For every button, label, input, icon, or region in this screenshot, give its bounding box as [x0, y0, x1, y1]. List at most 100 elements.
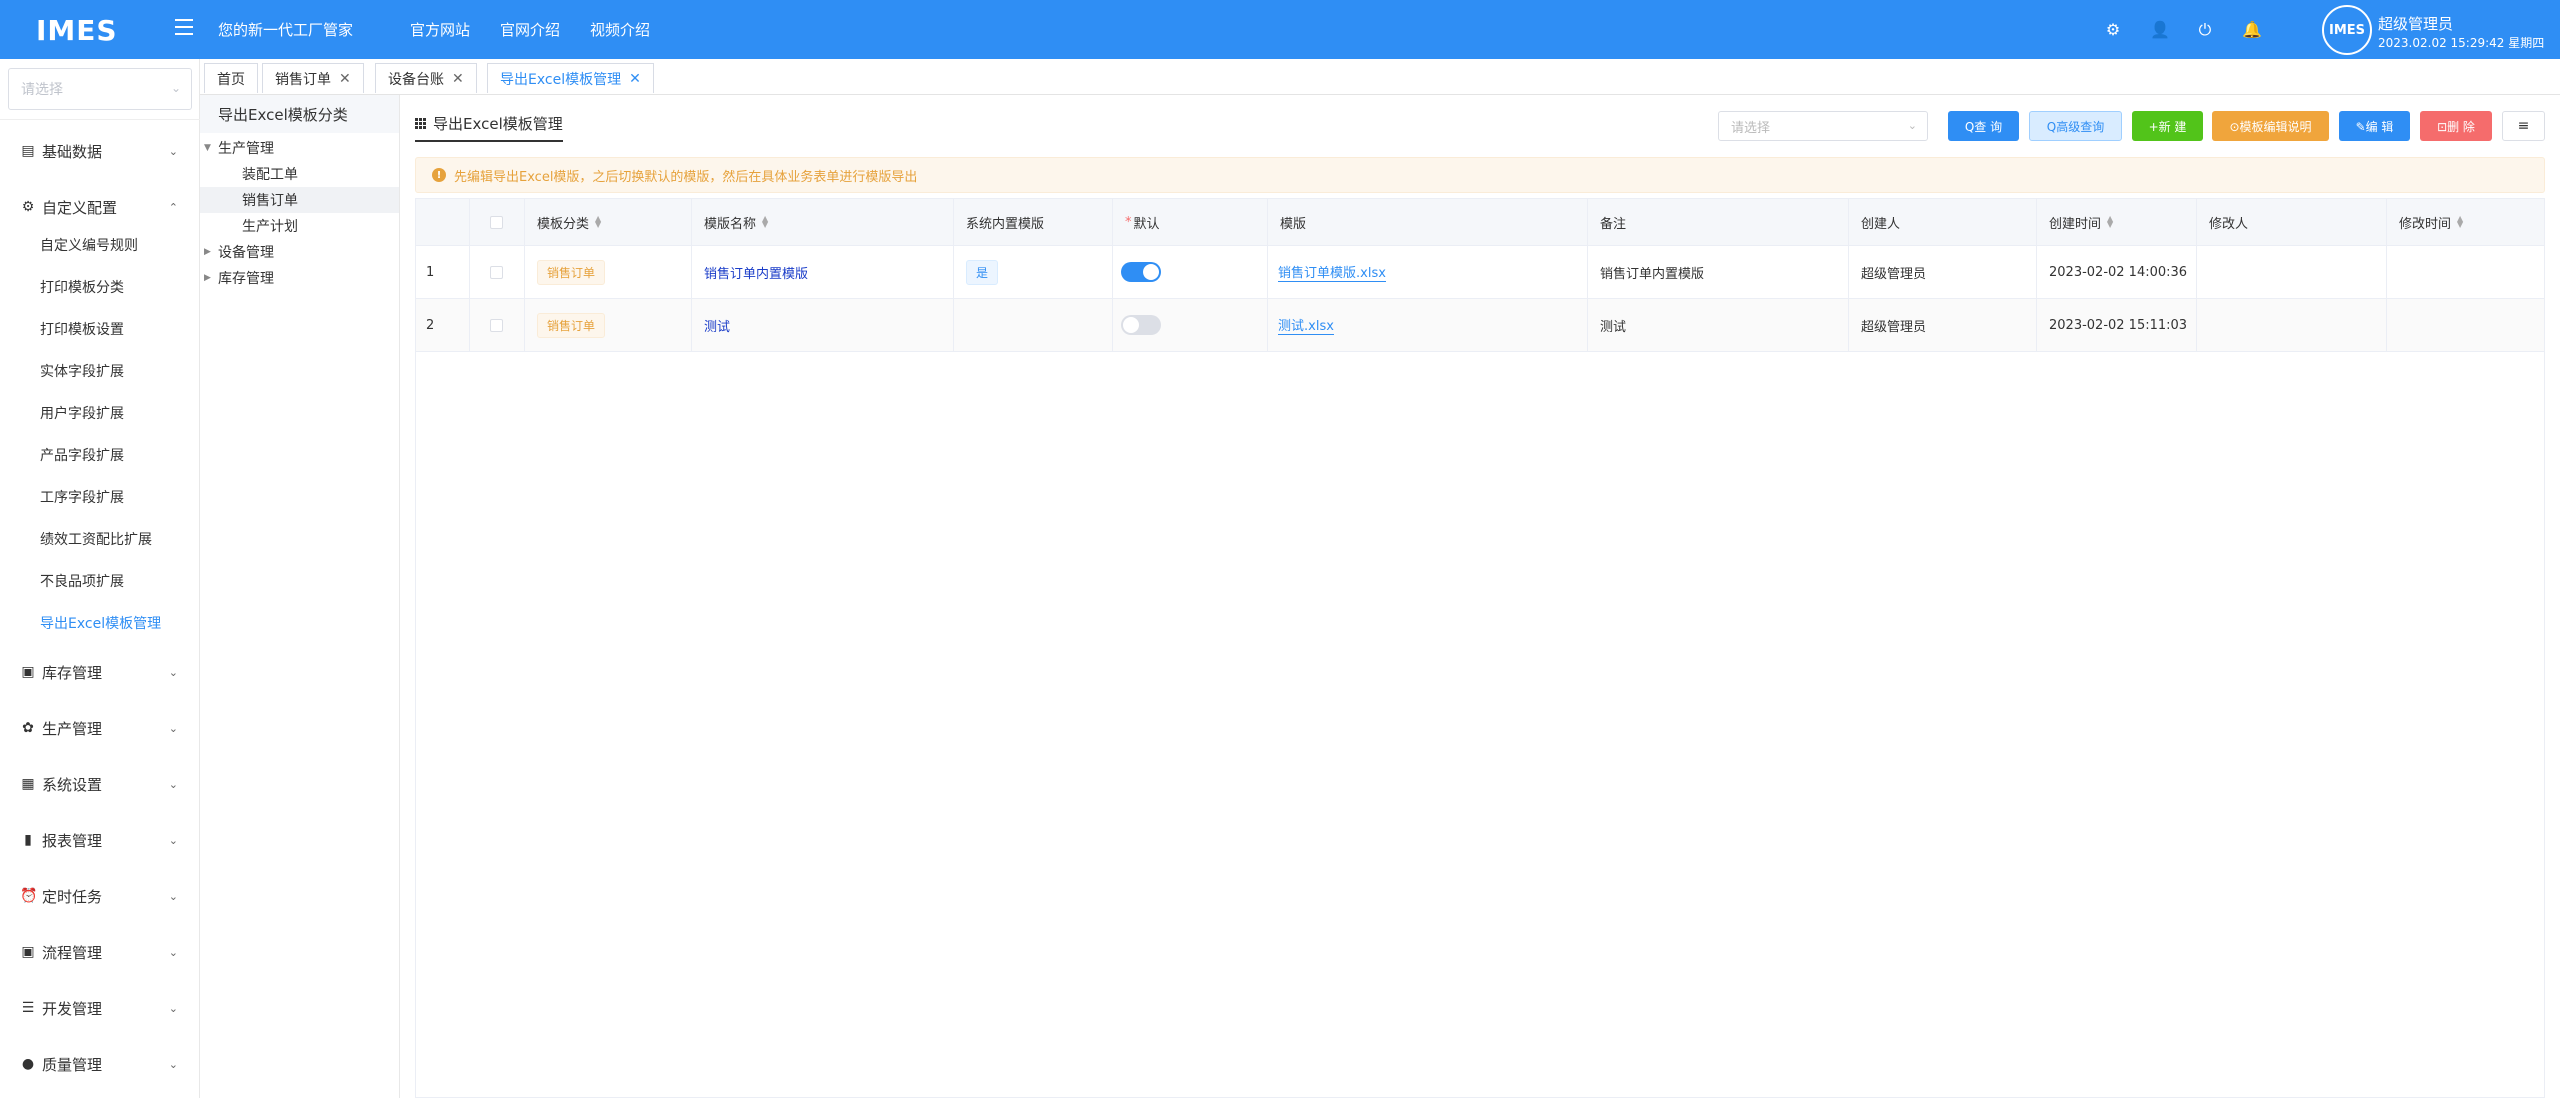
- sliders-icon: ☰: [21, 1000, 35, 1016]
- column-settings-button[interactable]: ≡: [2502, 111, 2545, 141]
- sidebar-item-export-excel-template[interactable]: 导出Excel模板管理: [40, 602, 161, 644]
- page-title: 导出Excel模板管理: [415, 113, 563, 142]
- table-header: 模板分类 ▲ ▼ 模版名称 ▲ ▼ 系统内置模版 * 默认 模版 备注 创建人 创建时间 ▲…: [416, 199, 2544, 246]
- sidebar-item-user-field-ext[interactable]: 用户字段扩展: [40, 392, 124, 434]
- avatar[interactable]: IMES: [2322, 5, 2372, 55]
- table-row[interactable]: 1 销售订单 销售订单内置模版 是 销售订单模版.xlsx 销售订单内置模版 超…: [416, 246, 2544, 299]
- sidebar-group-scheduled-tasks[interactable]: ⏰ 定时任务 ⌄: [0, 868, 200, 924]
- tree-node-label: 生产管理: [218, 141, 274, 157]
- settings-icon: ⚙: [21, 199, 35, 215]
- created-time-cell: 2023-02-02 15:11:03: [2037, 299, 2197, 351]
- col-created-time[interactable]: 创建时间 ▲ ▼: [2037, 199, 2197, 245]
- close-icon[interactable]: ✕: [339, 71, 351, 87]
- power-icon[interactable]: ⏻: [2196, 20, 2214, 40]
- tree-node-label: 生产计划: [242, 219, 298, 235]
- tab-bar: 首页 销售订单 ✕ 设备台账 ✕ 导出Excel模板管理 ✕: [200, 59, 2560, 95]
- sort-icon[interactable]: ▲ ▼: [762, 215, 768, 229]
- tab-export-excel-template[interactable]: 导出Excel模板管理 ✕: [487, 63, 654, 93]
- sidebar-group-inventory[interactable]: ▣ 库存管理 ⌄: [0, 644, 200, 700]
- bar-chart-icon: ▮: [24, 832, 32, 848]
- gear-icon[interactable]: ⚙: [2104, 20, 2122, 39]
- chevron-down-icon: ⌄: [168, 945, 178, 959]
- category-tag: 销售订单: [537, 312, 606, 338]
- col-builtin: 系统内置模版: [954, 199, 1113, 245]
- select-all-checkbox[interactable]: [490, 215, 503, 229]
- sidebar-item-custom-number-rule[interactable]: 自定义编号规则: [40, 224, 138, 266]
- sidebar-item-defect-item-ext[interactable]: 不良品项扩展: [40, 560, 124, 602]
- col-template-name[interactable]: 模版名称 ▲ ▼: [692, 199, 954, 245]
- default-switch[interactable]: [1121, 262, 1161, 282]
- tree-node-label: 库存管理: [218, 271, 274, 287]
- tab-equipment-ledger[interactable]: 设备台账 ✕: [375, 63, 477, 93]
- tree-node-equipment[interactable]: ▶ 设备管理: [204, 239, 274, 265]
- tree-node-production[interactable]: ▼ 生产管理: [204, 135, 274, 161]
- col-modifier: 修改人: [2197, 199, 2387, 245]
- user-icon[interactable]: 👤: [2150, 20, 2170, 39]
- nav-official-site[interactable]: 官方网站: [410, 19, 470, 40]
- query-button[interactable]: Q查 询: [1948, 111, 2019, 141]
- close-icon[interactable]: ✕: [452, 71, 464, 87]
- category-panel: 导出Excel模板分类 ▼ 生产管理 装配工单 销售订单 生产计划 ▶ 设备管理…: [200, 95, 400, 1098]
- sidebar-group-basic-data[interactable]: ▤ 基础数据 ⌄: [0, 123, 200, 179]
- col-modified-time[interactable]: 修改时间 ▲ ▼: [2387, 199, 2544, 245]
- tree-node-inventory[interactable]: ▶ 库存管理: [204, 265, 274, 291]
- clipboard-icon: ▣: [21, 664, 35, 680]
- col-template-category[interactable]: 模板分类 ▲ ▼: [525, 199, 692, 245]
- edit-button[interactable]: ✎编 辑: [2339, 111, 2410, 141]
- row-index: 2: [416, 299, 470, 351]
- document-icon: ▤: [21, 143, 35, 159]
- created-time-cell: 2023-02-02 14:00:36: [2037, 246, 2197, 298]
- tab-label: 导出Excel模板管理: [500, 71, 622, 88]
- row-checkbox[interactable]: [490, 318, 503, 332]
- sort-icon[interactable]: ▲ ▼: [2457, 215, 2463, 229]
- template-name[interactable]: 销售订单内置模版: [704, 263, 808, 282]
- sidebar-group-system-settings[interactable]: ▦ 系统设置 ⌄: [0, 756, 200, 812]
- menu-toggle-icon[interactable]: [175, 19, 193, 37]
- template-name[interactable]: 测试: [704, 316, 730, 335]
- template-file-link[interactable]: 测试.xlsx: [1278, 315, 1334, 335]
- tab-home[interactable]: 首页: [204, 63, 258, 93]
- sidebar-search-select[interactable]: 请选择 ⌄: [8, 68, 192, 110]
- creator-cell: 超级管理员: [1849, 246, 2037, 298]
- close-icon[interactable]: ✕: [629, 71, 641, 87]
- caret-right-icon: ▶: [204, 247, 211, 257]
- template-file-link[interactable]: 销售订单模版.xlsx: [1278, 262, 1386, 282]
- delete-button[interactable]: ⊡删 除: [2420, 111, 2492, 141]
- filter-select[interactable]: 请选择 ⌄: [1718, 111, 1928, 141]
- modified-time-cell: [2387, 246, 2544, 298]
- sidebar-item-performance-wage-ext[interactable]: 绩效工资配比扩展: [40, 518, 152, 560]
- table-row[interactable]: 2 销售订单 测试 测试.xlsx 测试 超级管理员 2023-02-02 15…: [416, 299, 2544, 352]
- sidebar-group-workflow[interactable]: ▣ 流程管理 ⌄: [0, 924, 200, 980]
- creator-cell: 超级管理员: [1849, 299, 2037, 351]
- sidebar-group-production[interactable]: ✿ 生产管理 ⌄: [0, 700, 200, 756]
- user-name[interactable]: 超级管理员: [2378, 13, 2453, 34]
- nav-video-intro[interactable]: 视频介绍: [590, 19, 650, 40]
- sidebar-select-placeholder: 请选择: [21, 82, 63, 98]
- row-checkbox[interactable]: [490, 265, 503, 279]
- sidebar-item-print-template-settings[interactable]: 打印模板设置: [40, 308, 124, 350]
- new-button[interactable]: +新 建: [2132, 111, 2203, 141]
- sidebar-group-dev[interactable]: ☰ 开发管理 ⌄: [0, 980, 200, 1036]
- tab-sales-order[interactable]: 销售订单 ✕: [262, 63, 364, 93]
- template-help-button[interactable]: ⊙模板编辑说明: [2212, 111, 2329, 141]
- advanced-query-button[interactable]: Q高级查询: [2029, 111, 2122, 141]
- sidebar-item-product-field-ext[interactable]: 产品字段扩展: [40, 434, 124, 476]
- tree-node-assembly-order[interactable]: 装配工单: [242, 161, 298, 187]
- default-switch[interactable]: [1121, 315, 1161, 335]
- sort-icon[interactable]: ▲ ▼: [595, 215, 601, 229]
- nav-site-intro[interactable]: 官网介绍: [500, 19, 560, 40]
- tree-node-label: 设备管理: [218, 245, 274, 261]
- sidebar-group-quality[interactable]: ● 质量管理 ⌄: [0, 1036, 200, 1092]
- sidebar-item-entity-field-ext[interactable]: 实体字段扩展: [40, 350, 124, 392]
- tree-node-sales-order[interactable]: 销售订单: [200, 187, 399, 213]
- sidebar-item-print-template-category[interactable]: 打印模板分类: [40, 266, 124, 308]
- sort-icon[interactable]: ▲ ▼: [2107, 215, 2113, 229]
- chevron-down-icon: ⌄: [168, 889, 178, 903]
- sidebar-item-process-field-ext[interactable]: 工序字段扩展: [40, 476, 124, 518]
- sidebar-group-label: 定时任务: [42, 887, 103, 906]
- bell-icon[interactable]: 🔔: [2242, 20, 2262, 39]
- tree-node-production-plan[interactable]: 生产计划: [242, 213, 298, 239]
- sidebar: 请选择 ⌄ ▤ 基础数据 ⌄ ⚙ 自定义配置 ⌃ 自定义编号规则 打印模板分类 …: [0, 59, 200, 1098]
- logo[interactable]: IMES: [36, 13, 136, 47]
- sidebar-group-reports[interactable]: ▮ 报表管理 ⌄: [0, 812, 200, 868]
